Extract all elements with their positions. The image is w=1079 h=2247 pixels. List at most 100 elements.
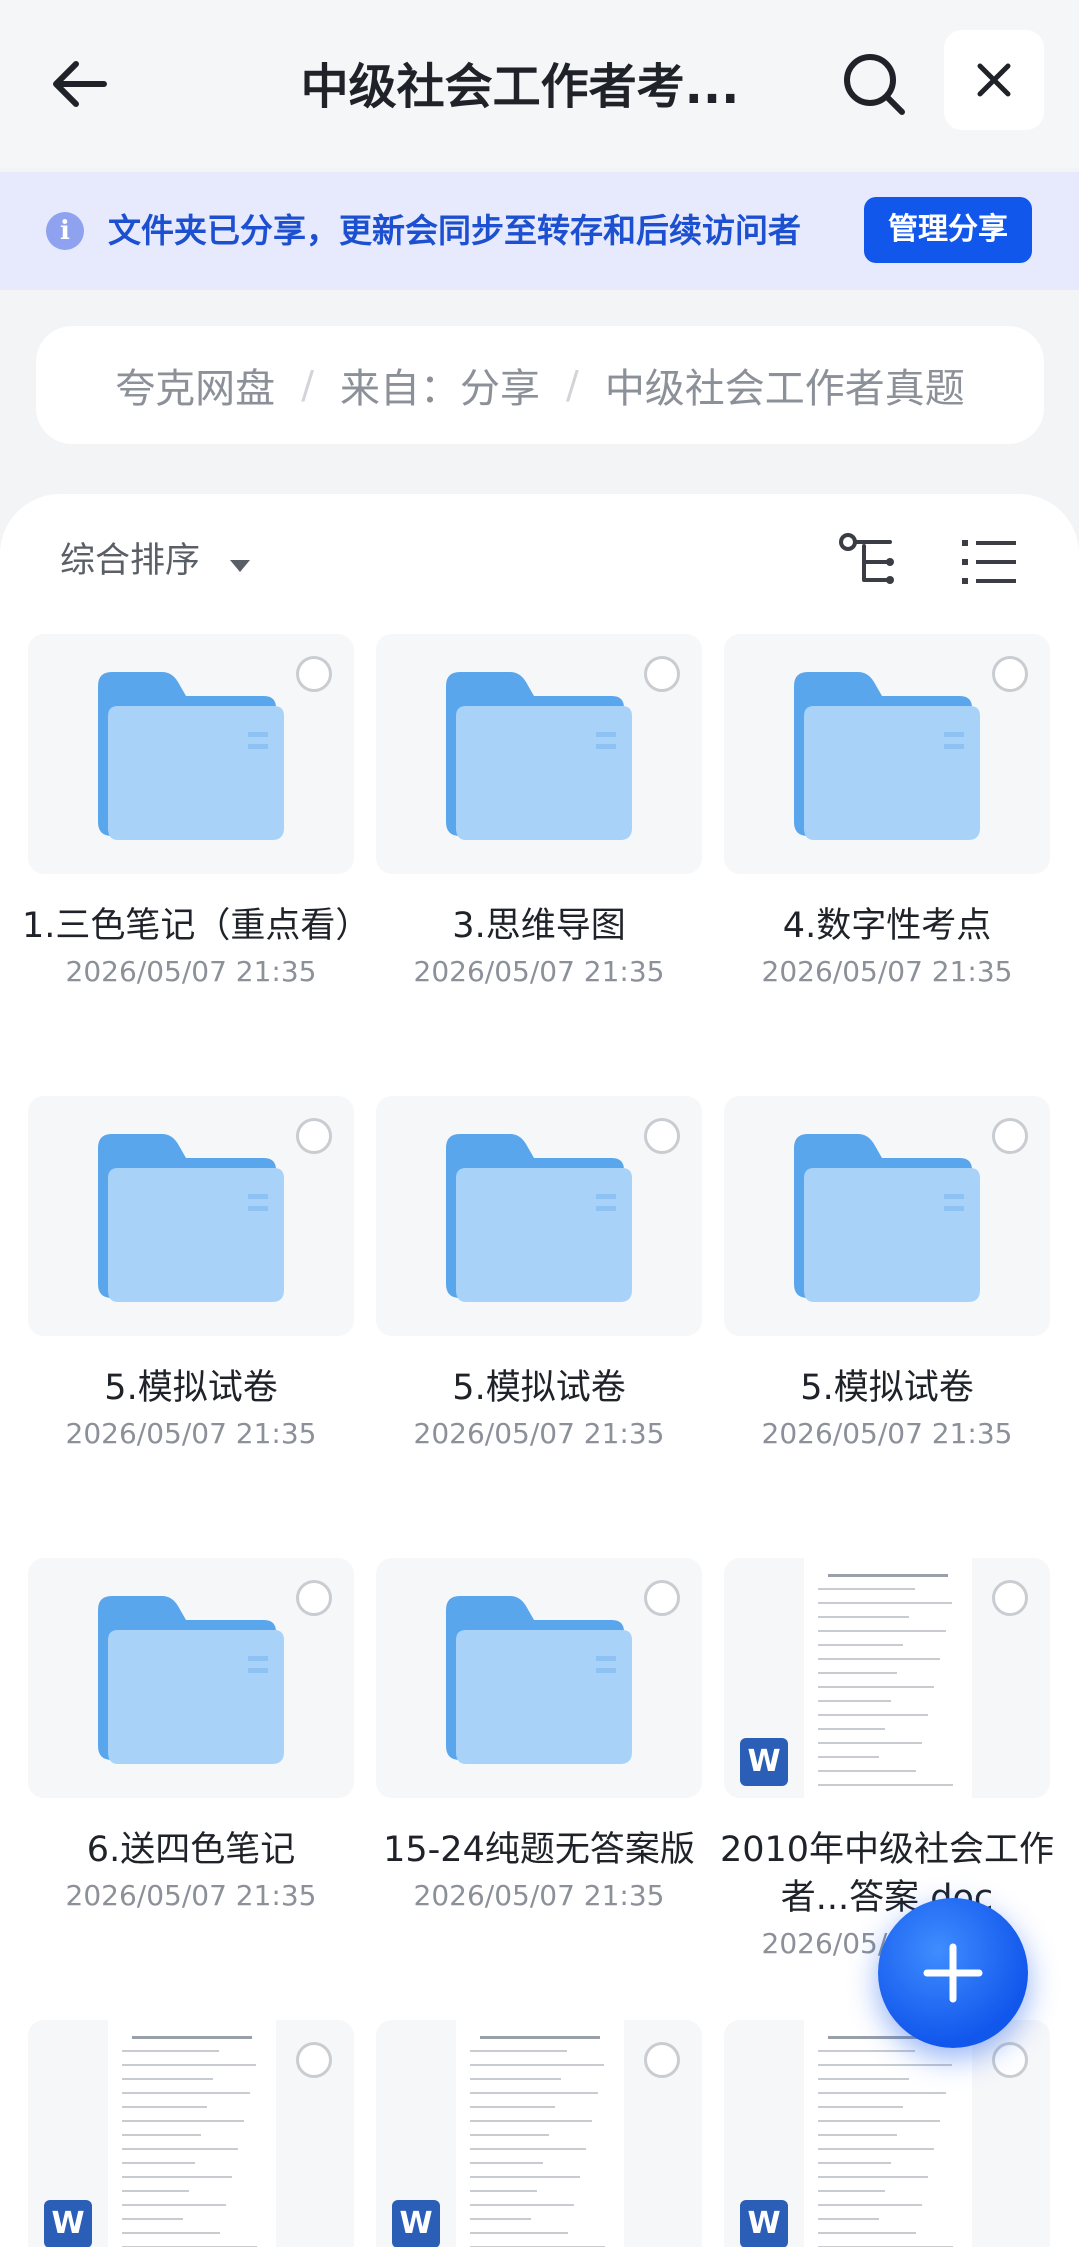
file-date: 2026/05/07 21:35 bbox=[65, 1879, 317, 1912]
select-checkbox[interactable] bbox=[296, 2042, 332, 2078]
doc-text-line bbox=[818, 2078, 909, 2080]
select-checkbox[interactable] bbox=[644, 656, 680, 692]
tree-view-button[interactable] bbox=[836, 530, 900, 594]
doc-text-line bbox=[122, 2162, 195, 2164]
folder-icon bbox=[794, 1134, 980, 1302]
doc-text-line bbox=[818, 1672, 897, 1674]
file-name: 5.模拟试卷 bbox=[104, 1368, 278, 1408]
add-button[interactable] bbox=[878, 1898, 1028, 2048]
doc-text-line bbox=[818, 2106, 903, 2108]
file-date: 2026/05/07 21:35 bbox=[413, 1879, 665, 1912]
file-name: 1.三色笔记（重点看） bbox=[22, 906, 371, 946]
page-title: 中级社会工作者考... bbox=[300, 59, 740, 115]
doc-text-line bbox=[470, 2092, 598, 2094]
doc-text-line bbox=[818, 2120, 940, 2122]
file-name: 5.模拟试卷 bbox=[800, 1368, 974, 1408]
folder-icon bbox=[446, 1596, 632, 1764]
breadcrumb: 夸克网盘 / 来自：分享 / 中级社会工作者真题 bbox=[36, 326, 1044, 444]
doc-text-line bbox=[470, 2162, 543, 2164]
doc-text-line bbox=[470, 2204, 574, 2206]
doc-preview bbox=[804, 1558, 972, 1798]
select-checkbox[interactable] bbox=[992, 656, 1028, 692]
breadcrumb-separator: / bbox=[566, 363, 579, 407]
select-checkbox[interactable] bbox=[296, 656, 332, 692]
caret-down-icon[interactable] bbox=[230, 560, 250, 572]
doc-text-line bbox=[122, 2134, 201, 2136]
doc-text-line bbox=[818, 2232, 916, 2234]
doc-text-line bbox=[470, 2218, 531, 2220]
doc-text-line bbox=[470, 2134, 549, 2136]
list-view-icon bbox=[962, 540, 1016, 584]
doc-text-line bbox=[818, 1630, 946, 1632]
doc-text-line bbox=[818, 2162, 891, 2164]
doc-text-line bbox=[818, 2064, 952, 2066]
doc-text-line bbox=[470, 2176, 580, 2178]
breadcrumb-item-share[interactable]: 来自：分享 bbox=[340, 356, 540, 414]
file-name: 15-24纯题无答案版 bbox=[383, 1830, 695, 1870]
tree-view-icon bbox=[839, 533, 894, 584]
doc-text-line bbox=[122, 2176, 232, 2178]
doc-text-line bbox=[122, 2078, 213, 2080]
select-checkbox[interactable] bbox=[296, 1580, 332, 1616]
doc-text-line bbox=[122, 2190, 189, 2192]
select-checkbox[interactable] bbox=[992, 1580, 1028, 1616]
manage-share-button[interactable]: 管理分享 bbox=[864, 197, 1032, 263]
file-date: 2026/05/07 21:35 bbox=[413, 1417, 665, 1450]
doc-text-line bbox=[470, 2148, 586, 2150]
select-checkbox[interactable] bbox=[992, 2042, 1028, 2078]
doc-text-line bbox=[122, 2106, 207, 2108]
doc-text-line bbox=[818, 2092, 946, 2094]
breadcrumb-item-current: 中级社会工作者真题 bbox=[604, 366, 965, 412]
doc-text-line bbox=[818, 2050, 915, 2052]
share-notice-text: 文件夹已分享，更新会同步至转存和后续访问者 bbox=[108, 211, 801, 250]
doc-text-line bbox=[470, 2050, 567, 2052]
word-icon: W bbox=[44, 2200, 92, 2247]
file-date: 2026/05/07 21:35 bbox=[65, 955, 317, 988]
doc-text-line bbox=[122, 2232, 220, 2234]
select-checkbox[interactable] bbox=[296, 1118, 332, 1154]
doc-text-line bbox=[122, 2050, 219, 2052]
list-view-button[interactable] bbox=[960, 534, 1018, 590]
doc-text-line bbox=[470, 2106, 555, 2108]
select-checkbox[interactable] bbox=[644, 1580, 680, 1616]
search-button[interactable] bbox=[838, 48, 910, 120]
doc-text-line bbox=[818, 1714, 928, 1716]
doc-text-line bbox=[818, 1700, 891, 1702]
folder-icon bbox=[446, 1134, 632, 1302]
doc-text-line bbox=[818, 1784, 953, 1786]
doc-text-line bbox=[818, 1602, 952, 1604]
doc-text-line bbox=[122, 2204, 226, 2206]
doc-text-line bbox=[818, 1756, 879, 1758]
breadcrumb-item-root[interactable]: 夸克网盘 bbox=[115, 356, 275, 414]
folder-icon bbox=[98, 1134, 284, 1302]
doc-preview bbox=[804, 2020, 972, 2247]
doc-text-line bbox=[818, 1616, 909, 1618]
close-icon bbox=[977, 63, 1011, 97]
word-icon: W bbox=[392, 2200, 440, 2247]
select-checkbox[interactable] bbox=[992, 1118, 1028, 1154]
folder-icon bbox=[794, 672, 980, 840]
close-button[interactable] bbox=[944, 30, 1044, 130]
doc-text-line bbox=[470, 2190, 537, 2192]
word-icon: W bbox=[740, 1738, 788, 1786]
folder-icon bbox=[98, 1596, 284, 1764]
select-checkbox[interactable] bbox=[644, 2042, 680, 2078]
doc-text-line bbox=[470, 2120, 592, 2122]
doc-text-line bbox=[818, 1770, 916, 1772]
file-date: 2026/05/07 21:35 bbox=[761, 1417, 1013, 1450]
doc-text-line bbox=[818, 1588, 915, 1590]
breadcrumb-separator: / bbox=[301, 363, 314, 407]
top-bar: 中级社会工作者考... bbox=[0, 0, 1079, 168]
doc-text-line bbox=[122, 2092, 250, 2094]
select-checkbox[interactable] bbox=[644, 1118, 680, 1154]
file-date: 2026/05/07 21:35 bbox=[65, 1417, 317, 1450]
arrow-left-icon bbox=[53, 61, 107, 107]
doc-text-line bbox=[470, 2064, 604, 2066]
sort-dropdown[interactable]: 综合排序 bbox=[60, 538, 200, 584]
file-date: 2026/05/07 21:35 bbox=[761, 955, 1013, 988]
doc-text-line bbox=[818, 2134, 897, 2136]
file-date: 2026/05/07 21:35 bbox=[413, 955, 665, 988]
folder-icon bbox=[446, 672, 632, 840]
doc-text-line bbox=[132, 2036, 252, 2039]
back-button[interactable] bbox=[44, 48, 116, 120]
